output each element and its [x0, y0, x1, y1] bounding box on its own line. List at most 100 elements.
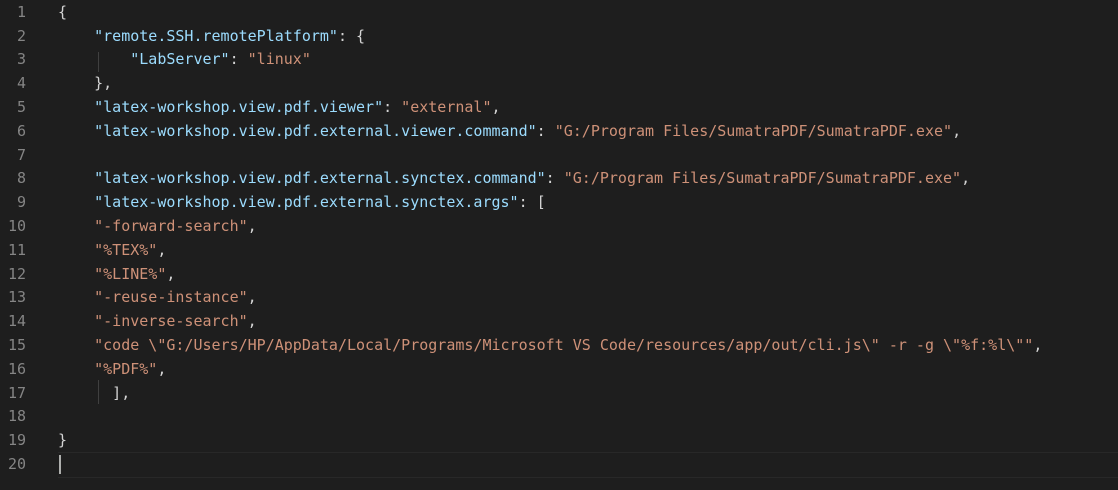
- line-number: 9: [16, 193, 26, 212]
- json-punctuation: ,: [247, 217, 257, 236]
- code-text: "latex-workshop.view.pdf.external.viewer…: [58, 122, 961, 140]
- json-string: "G:/Program Files/SumatraPDF/SumatraPDF.…: [554, 121, 953, 140]
- json-punctuation: [58, 50, 130, 68]
- json-punctuation: : {: [337, 26, 366, 45]
- code-line[interactable]: 10 "-forward-search",: [0, 214, 1118, 238]
- code-line[interactable]: 15 "code \"G:/Users/HP/AppData/Local/Pro…: [0, 333, 1118, 357]
- json-string: "%TEX%": [94, 240, 158, 259]
- json-key: "latex-workshop.view.pdf.external.viewer…: [94, 121, 537, 140]
- code-text: "%TEX%",: [58, 241, 166, 259]
- code-text: }: [58, 431, 67, 449]
- code-line[interactable]: 16 "%PDF%",: [0, 357, 1118, 381]
- json-punctuation: ,: [166, 264, 176, 283]
- line-number: 2: [16, 26, 26, 45]
- line-number: 11: [7, 240, 26, 259]
- code-line[interactable]: 8 "latex-workshop.view.pdf.external.sync…: [0, 167, 1118, 191]
- line-number: 3: [16, 50, 26, 69]
- json-punctuation: ,: [961, 169, 971, 188]
- line-number: 8: [16, 169, 26, 188]
- line-number: 6: [16, 121, 26, 140]
- line-number: 4: [16, 74, 26, 93]
- json-punctuation: ,: [247, 312, 257, 331]
- json-punctuation: [58, 241, 94, 259]
- code-line[interactable]: 17 ],: [0, 381, 1118, 405]
- code-text: "-reuse-instance",: [58, 288, 257, 306]
- json-punctuation: :: [383, 98, 402, 117]
- json-string: "%LINE%": [94, 264, 167, 283]
- code-text: "latex-workshop.view.pdf.external.syncte…: [58, 169, 970, 187]
- code-line[interactable]: 4 },: [0, 71, 1118, 95]
- code-line[interactable]: 20: [0, 452, 1118, 476]
- json-punctuation: :: [229, 50, 248, 69]
- json-punctuation: ,: [491, 98, 501, 117]
- json-string: "-inverse-search": [94, 312, 248, 331]
- json-punctuation: ],: [58, 383, 131, 402]
- json-string: "%PDF%": [94, 359, 158, 378]
- line-number: 19: [7, 431, 26, 450]
- code-line[interactable]: 3 "LabServer": "linux": [0, 48, 1118, 72]
- json-key: "latex-workshop.view.pdf.viewer": [94, 98, 384, 117]
- code-text: },: [58, 74, 112, 92]
- line-number: 14: [7, 312, 26, 331]
- json-punctuation: [58, 122, 94, 140]
- code-text: ],: [58, 384, 130, 402]
- json-punctuation: : [: [518, 193, 546, 212]
- code-line[interactable]: 14 "-inverse-search",: [0, 309, 1118, 333]
- line-number: 20: [7, 455, 26, 474]
- code-line[interactable]: 12 "%LINE%",: [0, 262, 1118, 286]
- code-line[interactable]: 2 "remote.SSH.remotePlatform": {: [0, 24, 1118, 48]
- code-text: "code \"G:/Users/HP/AppData/Local/Progra…: [58, 336, 1042, 354]
- line-number: 15: [7, 336, 26, 355]
- line-number: 17: [7, 383, 26, 402]
- code-line[interactable]: 11 "%TEX%",: [0, 238, 1118, 262]
- line-number: 12: [7, 264, 26, 283]
- code-text: "%LINE%",: [58, 265, 175, 283]
- line-number: 16: [7, 359, 26, 378]
- code-text: "LabServer": "linux": [58, 50, 311, 68]
- code-line[interactable]: 19}: [0, 428, 1118, 452]
- code-line[interactable]: 9 "latex-workshop.view.pdf.external.sync…: [0, 190, 1118, 214]
- json-punctuation: ,: [157, 240, 167, 259]
- json-key: "remote.SSH.remotePlatform": [94, 26, 338, 45]
- json-string: "G:/Program Files/SumatraPDF/SumatraPDF.…: [563, 169, 962, 188]
- json-punctuation: :: [545, 169, 564, 188]
- json-punctuation: [58, 169, 94, 187]
- code-text: "-inverse-search",: [58, 312, 257, 330]
- json-punctuation: [58, 98, 94, 116]
- line-number: 5: [16, 98, 26, 117]
- code-line[interactable]: 5 "latex-workshop.view.pdf.viewer": "ext…: [0, 95, 1118, 119]
- json-punctuation: [58, 360, 94, 378]
- code-text: "latex-workshop.view.pdf.viewer": "exter…: [58, 98, 501, 117]
- json-punctuation: ,: [247, 288, 257, 307]
- json-punctuation: :: [536, 121, 555, 140]
- code-text: "%PDF%",: [58, 360, 166, 378]
- json-punctuation: [58, 288, 94, 306]
- json-punctuation: },: [58, 74, 113, 93]
- code-line[interactable]: 7: [0, 143, 1118, 167]
- text-cursor: [59, 455, 61, 474]
- json-punctuation: [58, 27, 94, 45]
- json-key: "latex-workshop.view.pdf.external.syncte…: [94, 193, 519, 212]
- json-punctuation: [58, 217, 94, 235]
- code-editor[interactable]: 1{2 "remote.SSH.remotePlatform": {3 "Lab…: [0, 0, 1118, 490]
- line-number: 13: [7, 288, 26, 307]
- line-number: 7: [16, 145, 26, 164]
- json-string: "-forward-search": [94, 217, 248, 236]
- json-punctuation: [58, 193, 94, 211]
- line-number: 1: [16, 2, 26, 21]
- json-string: "external": [401, 98, 492, 117]
- line-number: 18: [7, 407, 26, 426]
- json-punctuation: ,: [157, 359, 167, 378]
- code-text: "-forward-search",: [58, 217, 257, 235]
- json-punctuation: [58, 336, 94, 354]
- code-text: "remote.SSH.remotePlatform": {: [58, 27, 365, 45]
- code-line[interactable]: 18: [0, 405, 1118, 429]
- json-key: "LabServer": [130, 50, 230, 69]
- code-line[interactable]: 6 "latex-workshop.view.pdf.external.view…: [0, 119, 1118, 143]
- json-key: "latex-workshop.view.pdf.external.syncte…: [94, 169, 546, 188]
- code-line[interactable]: 1{: [0, 0, 1118, 24]
- code-line[interactable]: 13 "-reuse-instance",: [0, 286, 1118, 310]
- json-punctuation: {: [58, 2, 68, 21]
- line-number: 10: [7, 217, 26, 236]
- json-punctuation: [58, 265, 94, 283]
